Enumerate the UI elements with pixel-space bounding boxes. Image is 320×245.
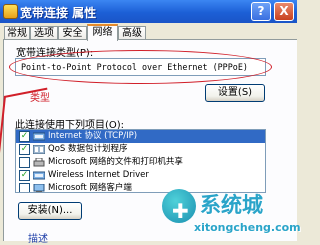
tab-networking[interactable]: 网络	[87, 24, 118, 41]
printer-share-icon	[33, 158, 45, 167]
list-item-label: Microsoft 网络的文件和打印机共享	[48, 157, 183, 167]
list-item-label: QoS 数据包计划程序	[48, 144, 128, 154]
watermark-brand: 系统城	[200, 193, 263, 217]
checkbox-ms-client[interactable]	[19, 183, 30, 192]
configure-button[interactable]: 设置(S)	[205, 84, 265, 102]
list-item-label: Wireless Internet Driver	[48, 170, 149, 180]
checkbox-tcpip[interactable]: ✓	[19, 131, 30, 142]
title-bar: 宽带连接 属性 ? X	[0, 0, 297, 23]
list-item-tcpip[interactable]: ✓ Internet 协议 (TCP/IP)	[16, 130, 265, 143]
protocol-icon	[33, 132, 45, 141]
list-item-qos[interactable]: ✓ QoS 数据包计划程序	[16, 143, 265, 156]
install-button[interactable]: 安装(N)...	[18, 202, 82, 220]
tab-strip: 常规 选项 安全 网络 高级	[0, 24, 297, 41]
close-button[interactable]: X	[274, 2, 294, 21]
tab-security[interactable]: 安全	[58, 26, 87, 40]
description-label: 描述	[28, 234, 48, 245]
checkbox-file-printer-sharing[interactable]	[19, 157, 30, 168]
service-icon	[33, 145, 45, 154]
list-item-label: Microsoft 网络客户端	[48, 183, 132, 193]
tab-advanced[interactable]: 高级	[118, 26, 146, 40]
annotation-text: 类型	[30, 93, 50, 104]
protocol-icon	[33, 171, 45, 180]
list-item-file-printer-sharing[interactable]: Microsoft 网络的文件和打印机共享	[16, 156, 265, 169]
list-item-label: Internet 协议 (TCP/IP)	[48, 131, 138, 141]
watermark-logo: ✚ 系统城 xitongcheng.com	[160, 183, 301, 241]
watermark-globe-icon: ✚	[162, 189, 196, 223]
list-item-wireless-driver[interactable]: ✓ Wireless Internet Driver	[16, 169, 265, 182]
help-button[interactable]: ?	[251, 2, 271, 21]
tab-general[interactable]: 常规	[4, 26, 30, 40]
network-connection-icon	[3, 4, 18, 19]
window-title: 宽带连接 属性	[20, 6, 97, 20]
checkbox-wireless-driver[interactable]: ✓	[19, 170, 30, 181]
annotation-ellipse	[9, 50, 272, 84]
checkbox-qos[interactable]: ✓	[19, 144, 30, 155]
tab-options[interactable]: 选项	[30, 26, 58, 40]
client-icon	[33, 184, 45, 192]
watermark-url: xitongcheng.com	[194, 221, 301, 234]
